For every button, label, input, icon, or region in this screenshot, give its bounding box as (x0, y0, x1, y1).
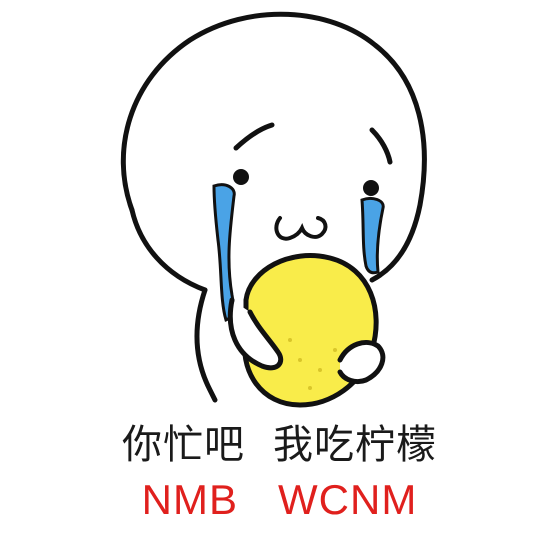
caption-en-right: WCNM (278, 476, 418, 523)
caption-en-left: NMB (141, 476, 239, 523)
right-hand (337, 340, 386, 385)
body-outline (194, 287, 218, 403)
caption-cn-right: 我吃柠檬 (273, 422, 437, 468)
meme-canvas: 你忙吧 我吃柠檬 NMB WCNM (0, 0, 559, 537)
caption-cn-left: 你忙吧 (122, 422, 245, 468)
caption-english: NMB WCNM (0, 476, 559, 524)
left-eye (233, 169, 249, 185)
right-eye (363, 180, 379, 196)
caption-chinese: 你忙吧 我吃柠檬 (0, 412, 559, 470)
